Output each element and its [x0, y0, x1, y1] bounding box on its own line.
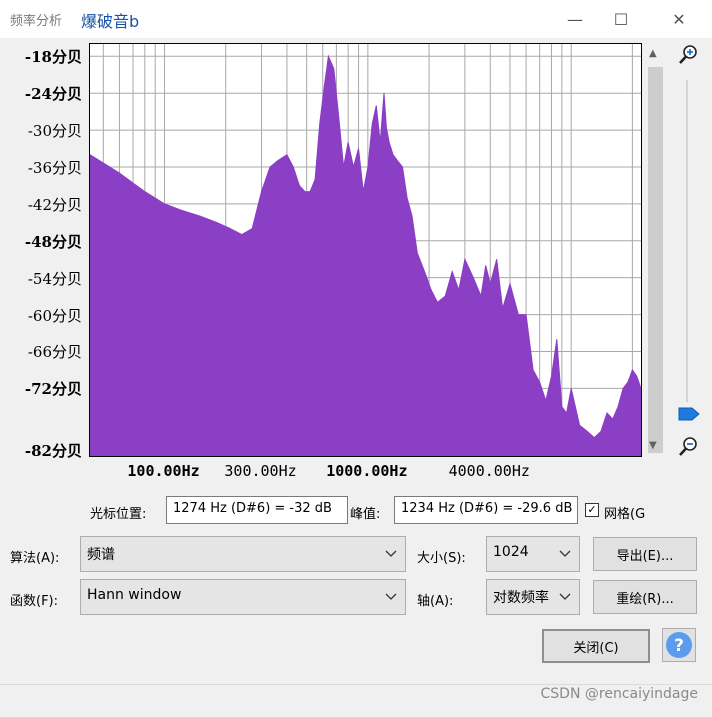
title-bar: 频率分析 爆破音b — ☐ ✕ — [0, 0, 712, 38]
scrollbar-thumb[interactable] — [648, 67, 663, 453]
help-icon: ? — [666, 632, 692, 658]
y-tick-label: -24分贝 — [24, 85, 82, 104]
function-label: 函数(F): — [10, 594, 59, 609]
zoom-out-icon[interactable] — [678, 436, 698, 458]
y-tick-label: -30分贝 — [27, 122, 82, 141]
close-window-button[interactable]: ✕ — [656, 0, 702, 38]
peak-readout: 1234 Hz (D#6) = -29.6 dB — [394, 496, 578, 524]
algorithm-label: 算法(A): — [10, 551, 60, 566]
zoom-in-icon[interactable] — [678, 44, 698, 66]
app-title: 频率分析 — [10, 14, 63, 29]
chevron-down-icon — [385, 593, 397, 600]
spectrum-area — [90, 54, 641, 456]
y-axis-labels: -18分贝 -24分贝 -30分贝 -36分贝 -42分贝 -48分贝 -54分贝 -60分贝… — [0, 40, 88, 460]
algorithm-value: 频谱 — [87, 547, 115, 563]
x-tick-label: 100.00Hz — [127, 462, 200, 480]
grid-checkbox[interactable]: ✓ — [585, 503, 599, 517]
function-select[interactable]: Hann window — [80, 579, 406, 615]
y-tick-label: -82分贝 — [24, 441, 82, 460]
y-tick-label: -48分贝 — [24, 232, 82, 251]
zoom-slider-track[interactable] — [686, 80, 688, 402]
peak-label: 峰值: — [350, 507, 381, 522]
size-select[interactable]: 1024 — [486, 536, 580, 572]
spectrum-chart — [90, 44, 641, 456]
close-icon: ✕ — [672, 9, 686, 29]
grid-checkbox-label[interactable]: 网格(G) — [604, 503, 646, 522]
maximize-icon: ☐ — [613, 9, 629, 29]
y-tick-label: -36分贝 — [27, 158, 82, 177]
axis-value: 对数频率 — [493, 590, 549, 606]
maximize-button[interactable]: ☐ — [598, 0, 644, 38]
size-value: 1024 — [493, 544, 529, 560]
replot-button[interactable]: 重绘(R)... — [593, 580, 697, 614]
x-tick-label: 1000.00Hz — [326, 462, 408, 480]
chevron-down-icon — [559, 593, 571, 600]
x-tick-label: 4000.00Hz — [448, 462, 530, 480]
zoom-slider-thumb[interactable] — [678, 407, 700, 421]
axis-label: 轴(A): — [417, 594, 454, 609]
function-value: Hann window — [87, 587, 182, 603]
y-tick-label: -66分贝 — [27, 343, 82, 362]
axis-select[interactable]: 对数频率 — [486, 579, 580, 615]
cursor-readout: 1274 Hz (D#6) = -32 dB — [166, 496, 348, 524]
x-axis-labels: 100.00Hz 300.00Hz 1000.00Hz 4000.00Hz — [89, 460, 642, 486]
cursor-label: 光标位置: — [90, 507, 147, 522]
size-label: 大小(S): — [417, 551, 466, 566]
y-tick-label: -60分贝 — [27, 306, 82, 325]
chevron-down-icon — [559, 550, 571, 557]
vertical-scrollbar[interactable]: ▲ ▼ — [647, 46, 664, 456]
y-tick-label: -42分贝 — [27, 195, 82, 214]
export-button[interactable]: 导出(E)... — [593, 537, 697, 571]
minimize-button[interactable]: — — [552, 0, 598, 38]
svg-text:?: ? — [674, 636, 684, 656]
minimize-icon: — — [567, 9, 583, 29]
algorithm-select[interactable]: 频谱 — [80, 536, 406, 572]
spectrum-plot[interactable] — [89, 43, 642, 457]
y-tick-label: -72分贝 — [24, 380, 82, 399]
y-tick-label: -54分贝 — [27, 269, 82, 288]
x-tick-label: 300.00Hz — [224, 462, 297, 480]
chevron-down-icon — [385, 550, 397, 557]
y-tick-label: -18分贝 — [24, 48, 82, 67]
watermark: CSDN @rencaiyindage — [540, 686, 698, 702]
scroll-down-icon[interactable]: ▼ — [649, 440, 657, 451]
close-button[interactable]: 关闭(C) — [542, 629, 650, 663]
scroll-up-icon[interactable]: ▲ — [649, 48, 657, 59]
help-button[interactable]: ? — [662, 628, 696, 662]
document-title: 爆破音b — [81, 12, 140, 31]
